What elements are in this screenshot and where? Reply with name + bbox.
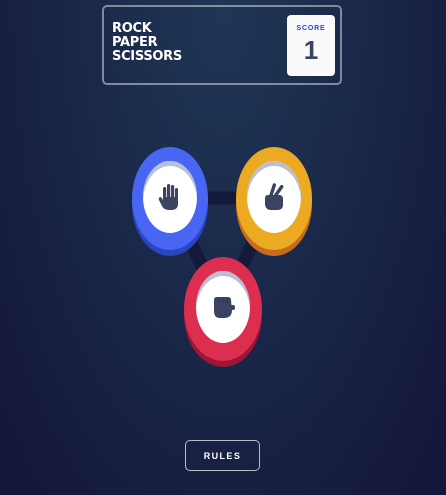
hand-paper-icon xyxy=(158,184,178,210)
scissors-token[interactable] xyxy=(236,147,312,250)
scissors-token-face xyxy=(247,161,301,233)
rock-token[interactable] xyxy=(184,257,262,361)
hand-scissors-icon xyxy=(265,183,284,210)
triangle-connector xyxy=(163,191,281,316)
rules-button[interactable]: RULES xyxy=(185,440,260,471)
hand-rock-icon xyxy=(214,297,235,318)
paper-token[interactable] xyxy=(132,147,208,250)
paper-token-face xyxy=(143,161,197,233)
rock-token-face xyxy=(196,271,250,343)
